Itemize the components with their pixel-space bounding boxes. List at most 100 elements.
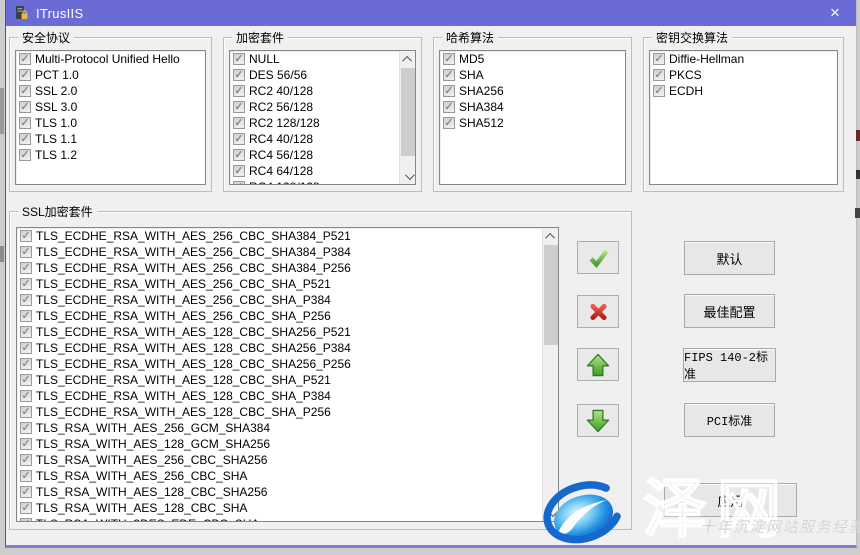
ssl-suite-list-item[interactable]: ✓ TLS_ECDHE_RSA_WITH_AES_128_CBC_SHA256_… bbox=[17, 356, 542, 372]
checkbox-checked-icon[interactable]: ✓ bbox=[233, 69, 245, 81]
checkbox-checked-icon[interactable]: ✓ bbox=[20, 406, 32, 418]
checkbox-checked-icon[interactable]: ✓ bbox=[19, 133, 31, 145]
ssl-suite-list-item[interactable]: ✓ TLS_RSA_WITH_AES_256_CBC_SHA bbox=[17, 468, 542, 484]
checkbox-checked-icon[interactable]: ✓ bbox=[20, 342, 32, 354]
ssl-suite-list-item[interactable]: ✓ TLS_RSA_WITH_3DES_EDE_CBC_SHA bbox=[17, 516, 542, 522]
checkbox-checked-icon[interactable]: ✓ bbox=[20, 390, 32, 402]
protocol-list-item[interactable]: ✓ TLS 1.1 bbox=[16, 131, 205, 147]
hash-list-item[interactable]: ✓ SHA bbox=[440, 67, 625, 83]
scroll-down-icon[interactable] bbox=[400, 168, 416, 184]
ssl-suite-list-item[interactable]: ✓ TLS_RSA_WITH_AES_256_CBC_SHA256 bbox=[17, 452, 542, 468]
hash-list-item[interactable]: ✓ MD5 bbox=[440, 51, 625, 67]
checkbox-checked-icon[interactable]: ✓ bbox=[19, 53, 31, 65]
checkbox-checked-icon[interactable]: ✓ bbox=[20, 486, 32, 498]
ssl-suite-list-item[interactable]: ✓ TLS_ECDHE_RSA_WITH_AES_128_CBC_SHA256_… bbox=[17, 324, 542, 340]
checkbox-checked-icon[interactable]: ✓ bbox=[19, 149, 31, 161]
checkbox-checked-icon[interactable]: ✓ bbox=[20, 422, 32, 434]
scroll-down-icon[interactable] bbox=[543, 505, 559, 521]
checkbox-checked-icon[interactable]: ✓ bbox=[233, 85, 245, 97]
ssl-suite-list-item[interactable]: ✓ TLS_ECDHE_RSA_WITH_AES_256_CBC_SHA384_… bbox=[17, 260, 542, 276]
checkbox-checked-icon[interactable]: ✓ bbox=[20, 374, 32, 386]
cipher-list-item[interactable]: ✓ RC4 40/128 bbox=[230, 131, 399, 147]
checkbox-checked-icon[interactable]: ✓ bbox=[233, 53, 245, 65]
key-exchange-list-item[interactable]: ✓ PKCS bbox=[650, 67, 837, 83]
protocol-list-item[interactable]: ✓ TLS 1.0 bbox=[16, 115, 205, 131]
default-button[interactable]: 默认 bbox=[684, 241, 775, 275]
checkbox-checked-icon[interactable]: ✓ bbox=[233, 149, 245, 161]
scroll-up-icon[interactable] bbox=[543, 228, 559, 244]
checkbox-checked-icon[interactable]: ✓ bbox=[20, 502, 32, 514]
ciphers-scrollbar[interactable] bbox=[399, 51, 415, 184]
ssl-suite-list-item[interactable]: ✓ TLS_RSA_WITH_AES_128_GCM_SHA256 bbox=[17, 436, 542, 452]
cipher-list-item[interactable]: ✓ RC2 56/128 bbox=[230, 99, 399, 115]
checkbox-checked-icon[interactable]: ✓ bbox=[233, 133, 245, 145]
cipher-list-item[interactable]: ✓ RC2 128/128 bbox=[230, 115, 399, 131]
scrollbar-thumb[interactable] bbox=[544, 245, 558, 345]
scrollbar-thumb[interactable] bbox=[401, 68, 415, 156]
hash-list-item[interactable]: ✓ SHA256 bbox=[440, 83, 625, 99]
hashes-listbox[interactable]: ✓ MD5 ✓ SHA ✓ SHA256 ✓ bbox=[439, 50, 626, 185]
checkbox-checked-icon[interactable]: ✓ bbox=[20, 470, 32, 482]
key-exchange-listbox[interactable]: ✓ Diffie-Hellman ✓ PKCS ✓ ECDH bbox=[649, 50, 838, 185]
cipher-list-item[interactable]: ✓ RC4 64/128 bbox=[230, 163, 399, 179]
scroll-up-icon[interactable] bbox=[400, 51, 416, 67]
ciphers-listbox[interactable]: ✓ NULL ✓ DES 56/56 ✓ RC2 40/128 ✓ bbox=[229, 50, 416, 185]
ssl-suite-list-item[interactable]: ✓ TLS_RSA_WITH_AES_256_GCM_SHA384 bbox=[17, 420, 542, 436]
checkbox-checked-icon[interactable]: ✓ bbox=[233, 165, 245, 177]
checkbox-checked-icon[interactable]: ✓ bbox=[443, 69, 455, 81]
close-button[interactable]: × bbox=[820, 0, 850, 26]
checkbox-checked-icon[interactable]: ✓ bbox=[19, 85, 31, 97]
hash-list-item[interactable]: ✓ SHA512 bbox=[440, 115, 625, 131]
checkbox-checked-icon[interactable]: ✓ bbox=[443, 101, 455, 113]
checkbox-checked-icon[interactable]: ✓ bbox=[19, 101, 31, 113]
checkbox-checked-icon[interactable]: ✓ bbox=[443, 85, 455, 97]
checkbox-checked-icon[interactable]: ✓ bbox=[20, 438, 32, 450]
ssl-suites-scrollbar[interactable] bbox=[542, 228, 558, 521]
cipher-list-item[interactable]: ✓ RC2 40/128 bbox=[230, 83, 399, 99]
ssl-suite-list-item[interactable]: ✓ TLS_RSA_WITH_AES_128_CBC_SHA bbox=[17, 500, 542, 516]
cipher-list-item[interactable]: ✓ RC4 128/128 bbox=[230, 179, 399, 185]
checkbox-checked-icon[interactable]: ✓ bbox=[653, 85, 665, 97]
best-config-button[interactable]: 最佳配置 bbox=[684, 294, 775, 328]
checkbox-checked-icon[interactable]: ✓ bbox=[20, 278, 32, 290]
checkbox-checked-icon[interactable]: ✓ bbox=[19, 69, 31, 81]
ssl-suites-listbox[interactable]: ✓ TLS_ECDHE_RSA_WITH_AES_256_CBC_SHA384_… bbox=[16, 227, 559, 522]
ssl-suite-list-item[interactable]: ✓ TLS_ECDHE_RSA_WITH_AES_128_CBC_SHA_P52… bbox=[17, 372, 542, 388]
checkbox-checked-icon[interactable]: ✓ bbox=[20, 326, 32, 338]
cipher-list-item[interactable]: ✓ RC4 56/128 bbox=[230, 147, 399, 163]
hash-list-item[interactable]: ✓ SHA384 bbox=[440, 99, 625, 115]
cipher-list-item[interactable]: ✓ NULL bbox=[230, 51, 399, 67]
checkbox-checked-icon[interactable]: ✓ bbox=[20, 310, 32, 322]
checkbox-checked-icon[interactable]: ✓ bbox=[443, 53, 455, 65]
checkbox-checked-icon[interactable]: ✓ bbox=[443, 117, 455, 129]
checkbox-checked-icon[interactable]: ✓ bbox=[20, 294, 32, 306]
ssl-suite-list-item[interactable]: ✓ TLS_RSA_WITH_AES_128_CBC_SHA256 bbox=[17, 484, 542, 500]
reject-button[interactable] bbox=[577, 295, 619, 328]
ssl-suite-list-item[interactable]: ✓ TLS_ECDHE_RSA_WITH_AES_256_CBC_SHA_P52… bbox=[17, 276, 542, 292]
ssl-suite-list-item[interactable]: ✓ TLS_ECDHE_RSA_WITH_AES_128_CBC_SHA_P38… bbox=[17, 388, 542, 404]
protocols-listbox[interactable]: ✓ Multi-Protocol Unified Hello ✓ PCT 1.0… bbox=[15, 50, 206, 185]
checkbox-checked-icon[interactable]: ✓ bbox=[20, 262, 32, 274]
ssl-suite-list-item[interactable]: ✓ TLS_ECDHE_RSA_WITH_AES_128_CBC_SHA256_… bbox=[17, 340, 542, 356]
key-exchange-list-item[interactable]: ✓ Diffie-Hellman bbox=[650, 51, 837, 67]
protocol-list-item[interactable]: ✓ SSL 3.0 bbox=[16, 99, 205, 115]
key-exchange-list-item[interactable]: ✓ ECDH bbox=[650, 83, 837, 99]
cipher-list-item[interactable]: ✓ DES 56/56 bbox=[230, 67, 399, 83]
checkbox-checked-icon[interactable]: ✓ bbox=[20, 246, 32, 258]
checkbox-checked-icon[interactable]: ✓ bbox=[233, 101, 245, 113]
ssl-suite-list-item[interactable]: ✓ TLS_ECDHE_RSA_WITH_AES_256_CBC_SHA_P38… bbox=[17, 292, 542, 308]
move-down-button[interactable] bbox=[577, 404, 619, 437]
ssl-suite-list-item[interactable]: ✓ TLS_ECDHE_RSA_WITH_AES_256_CBC_SHA384_… bbox=[17, 228, 542, 244]
protocol-list-item[interactable]: ✓ PCT 1.0 bbox=[16, 67, 205, 83]
checkbox-checked-icon[interactable]: ✓ bbox=[233, 181, 245, 185]
checkbox-checked-icon[interactable]: ✓ bbox=[20, 518, 32, 522]
move-up-button[interactable] bbox=[577, 348, 619, 381]
checkbox-checked-icon[interactable]: ✓ bbox=[653, 53, 665, 65]
protocol-list-item[interactable]: ✓ SSL 2.0 bbox=[16, 83, 205, 99]
checkbox-checked-icon[interactable]: ✓ bbox=[20, 230, 32, 242]
checkbox-checked-icon[interactable]: ✓ bbox=[653, 69, 665, 81]
checkbox-checked-icon[interactable]: ✓ bbox=[20, 454, 32, 466]
protocol-list-item[interactable]: ✓ TLS 1.2 bbox=[16, 147, 205, 163]
checkbox-checked-icon[interactable]: ✓ bbox=[19, 117, 31, 129]
ssl-suite-list-item[interactable]: ✓ TLS_ECDHE_RSA_WITH_AES_128_CBC_SHA_P25… bbox=[17, 404, 542, 420]
